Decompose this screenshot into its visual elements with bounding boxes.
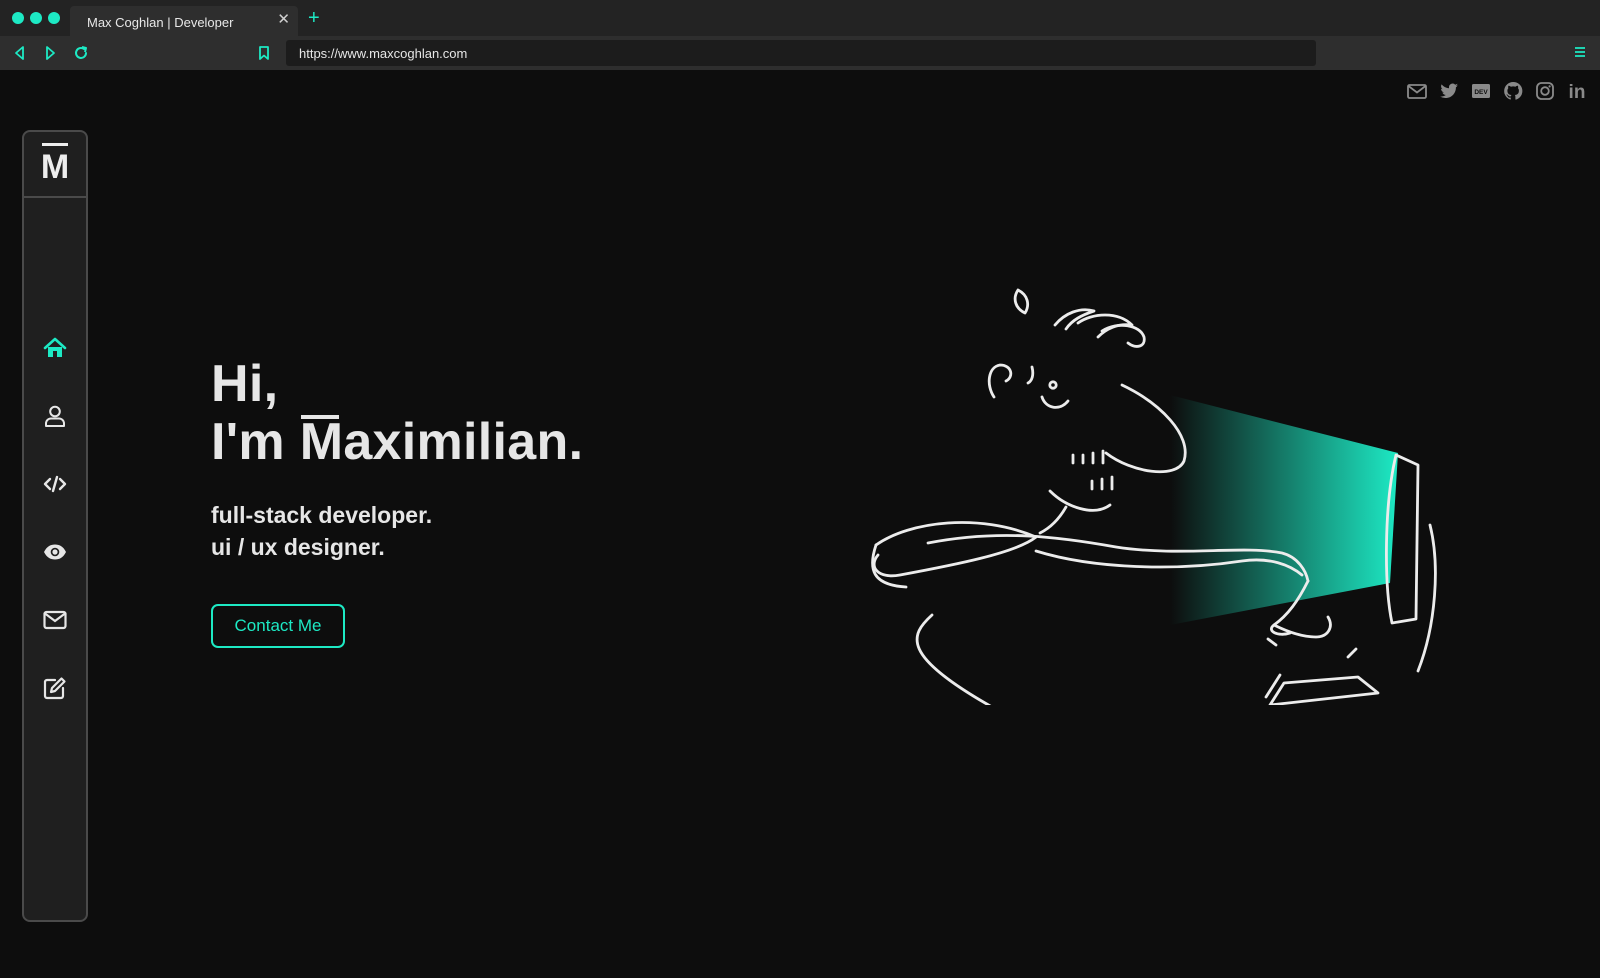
browser-toolbar: https://www.maxcoghlan.com [0,36,1600,70]
reload-icon[interactable] [72,44,90,62]
sidebar-item-home[interactable] [41,334,69,362]
url-bar[interactable]: https://www.maxcoghlan.com [286,40,1316,66]
contact-me-button[interactable]: Contact Me [211,604,345,648]
page-content: DEV in M Hi, I'm Maximilian. full-stack … [0,70,1600,978]
dev-icon[interactable]: DEV [1470,80,1492,102]
back-icon[interactable] [11,44,29,62]
edit-icon [43,677,66,700]
mail-icon [43,610,67,630]
hero-line-2-prefix: I'm [211,413,300,471]
sidebar-item-blog[interactable] [41,674,69,702]
monitor-light-beam [1170,395,1398,625]
window-close-dot[interactable] [12,12,24,24]
svg-text:DEV: DEV [1474,89,1488,96]
new-tab-button[interactable]: + [308,8,320,28]
site-logo[interactable]: M [24,132,86,198]
mail-icon[interactable] [1406,80,1428,102]
hero-role-1: full-stack developer. [211,502,433,528]
code-icon [43,475,67,493]
developer-illustration [870,285,1490,709]
instagram-icon[interactable] [1534,80,1556,102]
sidebar-nav: M [22,130,88,922]
window-maximize-dot[interactable] [48,12,60,24]
hero-section: Hi, I'm Maximilian. full-stack developer… [211,355,583,563]
hero-greeting: Hi, I'm Maximilian. [211,355,583,471]
github-icon[interactable] [1502,80,1524,102]
user-icon [45,405,65,427]
sidebar-item-about[interactable] [41,402,69,430]
hero-role-2: ui / ux designer. [211,534,385,560]
bookmark-icon[interactable] [255,44,273,62]
url-text: https://www.maxcoghlan.com [299,46,468,61]
eye-icon [44,544,66,560]
hero-line-1: Hi, [211,355,279,413]
browser-titlebar: Max Coghlan | Developer ✕ + [0,0,1600,36]
browser-tab[interactable]: Max Coghlan | Developer ✕ [70,6,298,36]
linkedin-icon[interactable]: in [1566,80,1588,103]
social-links: DEV in [1406,80,1588,103]
hero-name-rest: aximilian. [343,413,584,471]
sidebar-item-contact[interactable] [41,606,69,634]
hero-subtitle: full-stack developer. ui / ux designer. [211,499,583,563]
svg-text:in: in [1569,82,1586,102]
tab-close-icon[interactable]: ✕ [277,12,290,28]
menu-icon[interactable] [1572,44,1588,60]
logo-letter: M [40,147,70,186]
hero-name: Maximilian. [300,413,584,471]
sidebar-item-skills[interactable] [41,470,69,498]
logo-overline [42,143,68,146]
name-overline [300,415,339,419]
window-minimize-dot[interactable] [30,12,42,24]
forward-icon[interactable] [41,44,59,62]
tab-title: Max Coghlan | Developer [87,15,234,30]
hero-name-initial: M [299,413,344,471]
sidebar-item-work[interactable] [41,538,69,566]
home-icon [43,337,67,357]
twitter-icon[interactable] [1438,80,1460,102]
